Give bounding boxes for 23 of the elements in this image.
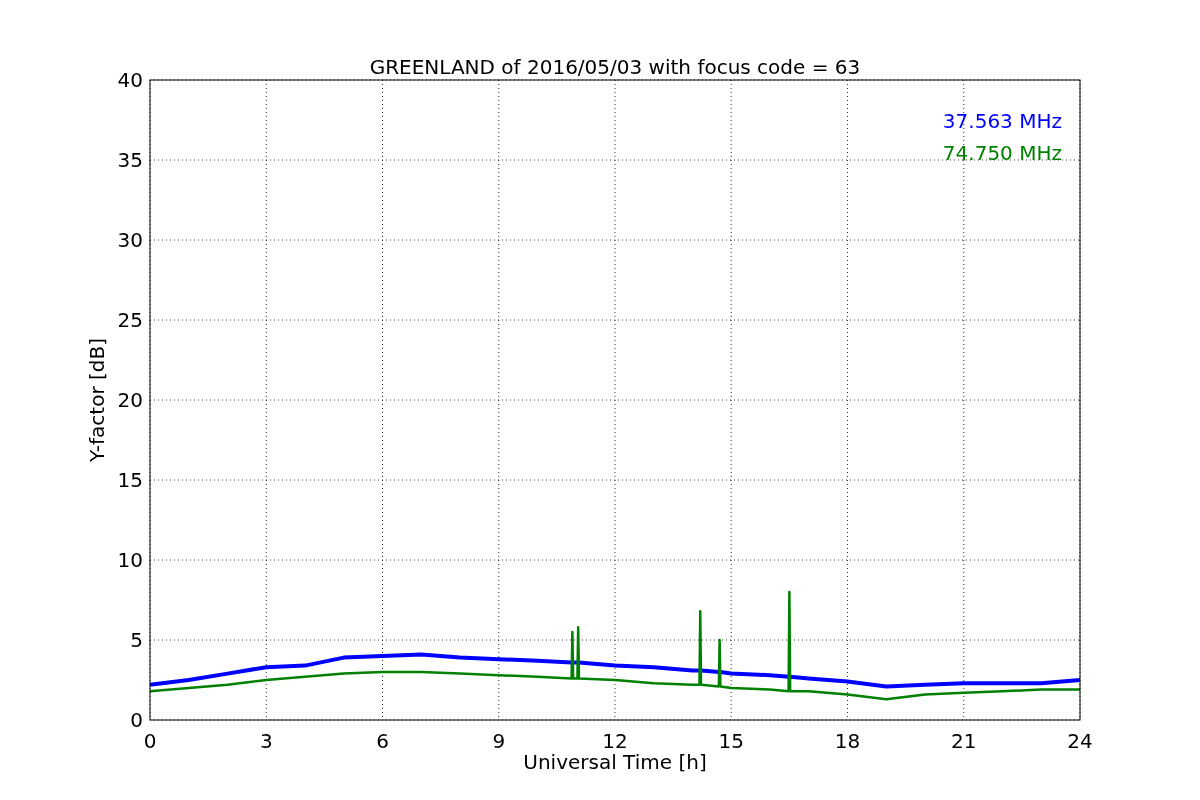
tick-label: 6 xyxy=(376,729,389,753)
legend-label: 37.563 MHz xyxy=(942,109,1062,133)
chart-title: GREENLAND of 2016/05/03 with focus code = 63 xyxy=(369,55,861,79)
tick-label: 25 xyxy=(117,308,143,332)
tick-label: 30 xyxy=(117,228,143,252)
y-axis-label: Y-factor [dB] xyxy=(85,338,109,462)
tick-label: 3 xyxy=(259,729,273,753)
tick-label: 12 xyxy=(602,729,628,753)
tick-label: 0 xyxy=(130,708,143,732)
legend-label: 74.750 MHz xyxy=(942,141,1062,165)
tick-label: 5 xyxy=(130,628,143,652)
tick-label: 20 xyxy=(117,388,143,412)
tick-label: 15 xyxy=(718,729,744,753)
tick-label: 21 xyxy=(951,729,977,753)
tick-label: 10 xyxy=(117,548,143,572)
tick-label: 24 xyxy=(1067,729,1093,753)
x-axis-label: Universal Time [h] xyxy=(523,750,707,774)
tick-label: 9 xyxy=(492,729,506,753)
tick-label: 18 xyxy=(834,729,861,753)
tick-label: 0 xyxy=(143,729,157,753)
tick-label: 35 xyxy=(117,148,143,172)
tick-label: 15 xyxy=(117,468,143,492)
tick-label: 40 xyxy=(117,68,143,92)
